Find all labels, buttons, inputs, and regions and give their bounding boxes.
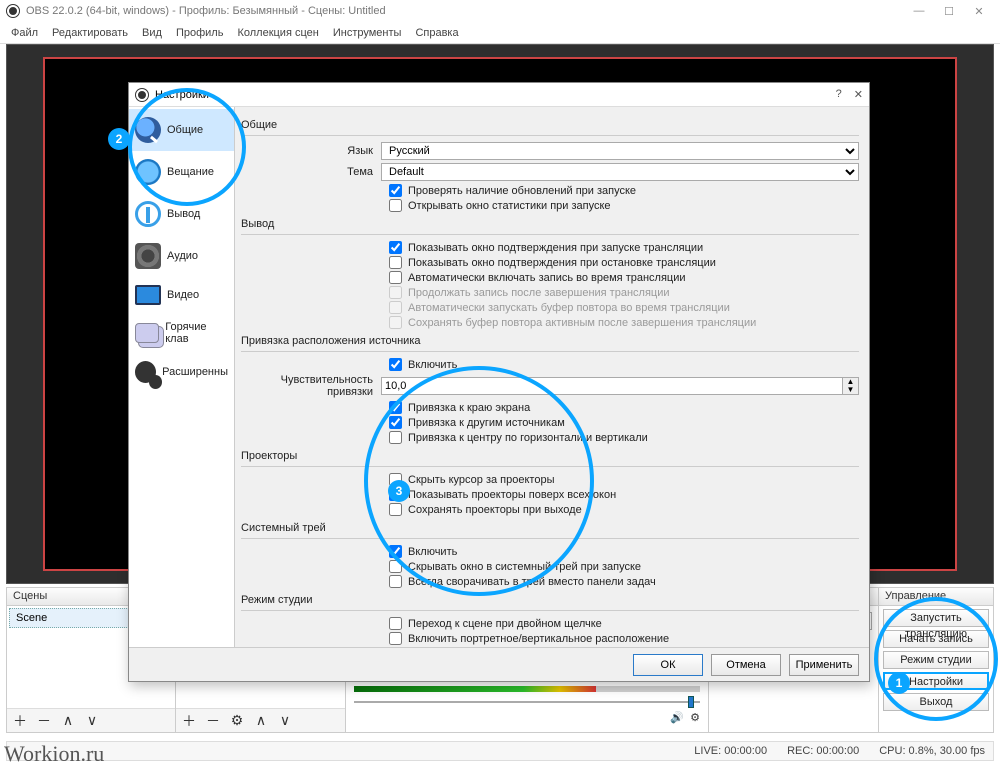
chk-keep-record [389, 286, 402, 299]
statusbar: LIVE: 00:00:00 REC: 00:00:00 CPU: 0.8%, … [6, 741, 994, 761]
exit-button[interactable]: Выход [883, 693, 989, 711]
maximize-button[interactable]: ☐ [934, 1, 964, 21]
source-up-icon[interactable]: ∧ [252, 712, 270, 730]
remove-scene-icon[interactable]: － [35, 712, 53, 730]
remove-source-icon[interactable]: － [204, 712, 222, 730]
settings-title: Настройки [155, 89, 209, 101]
track-settings-icon[interactable]: ⚙ [690, 711, 700, 724]
source-down-icon[interactable]: ∨ [276, 712, 294, 730]
mixer-meter [354, 686, 700, 692]
start-record-button[interactable]: Начать запись [883, 630, 989, 648]
close-button[interactable]: ✕ [964, 1, 994, 21]
close-dialog-button[interactable]: ✕ [854, 88, 863, 101]
nav-video[interactable]: Видео [129, 277, 234, 313]
settings-footer: ОК Отмена Применить [129, 647, 869, 681]
settings-button[interactable]: Настройки [883, 672, 989, 690]
source-props-icon[interactable]: ⚙ [228, 712, 246, 730]
chk-proj-ontop[interactable] [389, 488, 402, 501]
chk-snap-center[interactable] [389, 431, 402, 444]
chk-tray-hide[interactable] [389, 560, 402, 573]
menu-profile[interactable]: Профиль [169, 27, 231, 39]
monitor-icon [135, 285, 161, 305]
scene-up-icon[interactable]: ∧ [59, 712, 77, 730]
apply-button[interactable]: Применить [789, 654, 859, 676]
section-general: Общие [241, 119, 859, 131]
mixer-volume-slider[interactable] [354, 695, 700, 709]
settings-nav: Общие Вещание Вывод Аудио Видео Горячие … [129, 107, 235, 647]
section-studio: Режим студии [241, 594, 859, 606]
chk-snap-edge[interactable] [389, 401, 402, 414]
nav-output[interactable]: Вывод [129, 193, 234, 235]
spin-down-icon[interactable]: ▼ [843, 386, 858, 394]
studio-mode-button[interactable]: Режим студии [883, 651, 989, 669]
status-rec: REC: 00:00:00 [787, 745, 859, 757]
magnifier-icon [135, 117, 161, 143]
cancel-button[interactable]: Отмена [711, 654, 781, 676]
chk-start-confirm[interactable] [389, 241, 402, 254]
nav-advanced[interactable]: Расширенны [129, 353, 234, 391]
chk-update[interactable] [389, 184, 402, 197]
status-live: LIVE: 00:00:00 [694, 745, 767, 757]
snap-sens-input[interactable] [381, 377, 843, 395]
chk-stop-confirm[interactable] [389, 256, 402, 269]
chk-studio-portrait[interactable] [389, 632, 402, 645]
theme-select[interactable]: Default [381, 163, 859, 181]
dock-controls-header: Управление [879, 588, 993, 606]
help-button[interactable]: ? [836, 88, 842, 101]
nav-stream[interactable]: Вещание [129, 151, 234, 193]
gears-icon [135, 361, 156, 383]
section-snap: Привязка расположения источника [241, 335, 859, 347]
snap-sens-label: Чувствительность привязки [241, 374, 381, 398]
chk-studio-dblclick[interactable] [389, 617, 402, 630]
add-source-icon[interactable]: ＋ [180, 712, 198, 730]
section-tray: Системный трей [241, 522, 859, 534]
settings-titlebar: Настройки ? ✕ [129, 83, 869, 107]
menu-help[interactable]: Справка [408, 27, 465, 39]
obs-logo-icon [6, 4, 20, 18]
section-projectors: Проекторы [241, 450, 859, 462]
lang-label: Язык [241, 145, 381, 157]
keyboard-icon [135, 323, 159, 343]
speaker-icon[interactable]: 🔊 [670, 711, 684, 724]
chk-proj-hidecursor[interactable] [389, 473, 402, 486]
chk-proj-save[interactable] [389, 503, 402, 516]
window-title: OBS 22.0.2 (64-bit, windows) - Профиль: … [26, 5, 386, 17]
menubar: Файл Редактировать Вид Профиль Коллекция… [0, 22, 1000, 44]
dock-controls: Управление Запустить трансляцию Начать з… [879, 587, 994, 733]
main-titlebar: OBS 22.0.2 (64-bit, windows) - Профиль: … [0, 0, 1000, 22]
obs-logo-icon [135, 88, 149, 102]
nav-hotkeys[interactable]: Горячие клав [129, 313, 234, 353]
antenna-icon [135, 201, 161, 227]
menu-scene-collection[interactable]: Коллекция сцен [230, 27, 325, 39]
add-scene-icon[interactable]: ＋ [11, 712, 29, 730]
scene-down-icon[interactable]: ∨ [83, 712, 101, 730]
minimize-button[interactable]: — [904, 1, 934, 21]
chk-stats[interactable] [389, 199, 402, 212]
start-stream-button[interactable]: Запустить трансляцию [883, 609, 989, 627]
watermark: Workion.ru [4, 741, 104, 767]
nav-audio[interactable]: Аудио [129, 235, 234, 277]
snap-sens-spinbox[interactable]: ▲▼ [381, 377, 859, 395]
chk-tray-minimize[interactable] [389, 575, 402, 588]
section-output: Вывод [241, 218, 859, 230]
speaker-nav-icon [135, 243, 161, 269]
menu-tools[interactable]: Инструменты [326, 27, 409, 39]
chk-auto-replay [389, 301, 402, 314]
status-cpu: CPU: 0.8%, 30.00 fps [879, 745, 985, 757]
ok-button[interactable]: ОК [633, 654, 703, 676]
settings-content[interactable]: Общие Язык Русский Тема Default Проверят… [235, 107, 869, 647]
menu-view[interactable]: Вид [135, 27, 169, 39]
lang-select[interactable]: Русский [381, 142, 859, 160]
chk-auto-record[interactable] [389, 271, 402, 284]
menu-file[interactable]: Файл [4, 27, 45, 39]
chk-snap-sources[interactable] [389, 416, 402, 429]
chk-keep-replay [389, 316, 402, 329]
chk-tray-enable[interactable] [389, 545, 402, 558]
chk-snap-enable[interactable] [389, 358, 402, 371]
theme-label: Тема [241, 166, 381, 178]
nav-general[interactable]: Общие [129, 109, 234, 151]
settings-dialog: Настройки ? ✕ Общие Вещание Вывод Аудио … [128, 82, 870, 682]
menu-edit[interactable]: Редактировать [45, 27, 135, 39]
globe-icon [135, 159, 161, 185]
